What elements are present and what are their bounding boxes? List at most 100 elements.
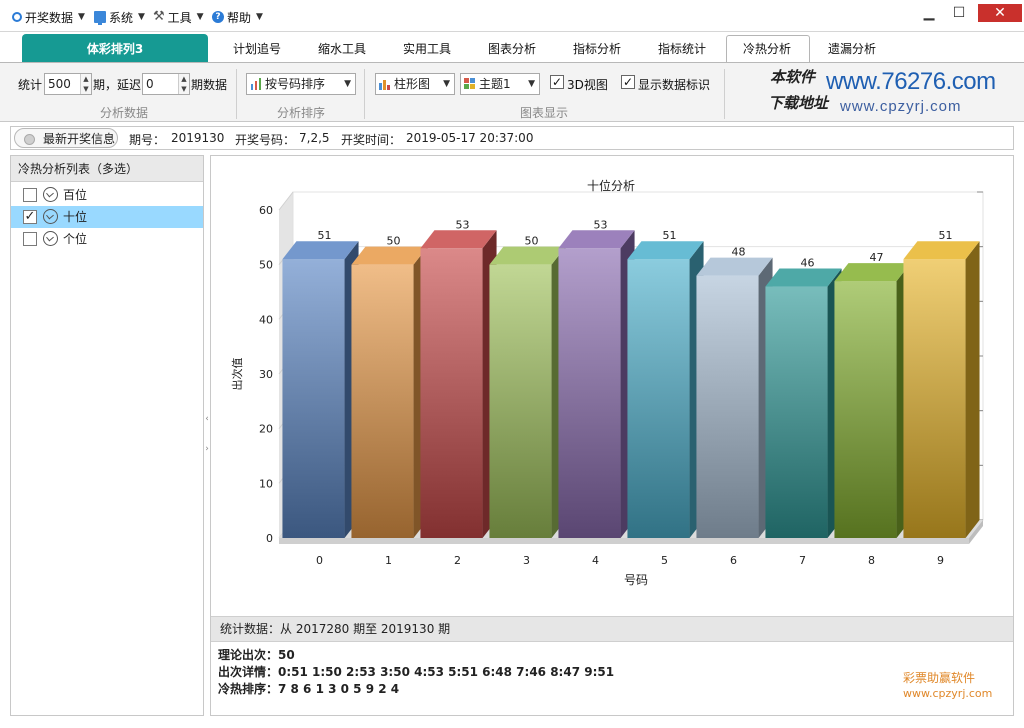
menu-bar: 开奖数据 ▼ 系统 ▼ ⚒ 工具 ▼ ? 帮助 ▼ ▁ ☐ ✕ <box>0 0 1024 32</box>
data-label: 53 <box>456 218 470 231</box>
x-tick-label: 0 <box>316 554 323 567</box>
group-label-analysis-sort: 分析排序 <box>277 106 326 120</box>
chevron-down-icon: ▼ <box>138 12 145 22</box>
numbers-value: 7,2,5 <box>299 131 330 145</box>
bar <box>627 259 690 538</box>
stat-count-stepper[interactable]: 500 ▲ ▼ <box>44 73 92 95</box>
theme-dropdown[interactable]: 主题1 ▼ <box>460 73 540 95</box>
x-tick-label: 5 <box>661 554 668 567</box>
divider <box>236 69 237 119</box>
watermark-text: 下载地址 <box>768 94 829 112</box>
hot-cold-ranking: 冷热排序：7 8 6 1 3 0 5 9 2 4 <box>218 682 400 696</box>
tens-checkbox[interactable]: ✓ <box>23 210 37 224</box>
chevron-down-icon: ▼ <box>256 12 263 22</box>
stepper-arrows-icon[interactable]: ▲ ▼ <box>178 74 189 94</box>
data-label: 50 <box>525 235 539 248</box>
hundreds-checkbox[interactable] <box>23 188 37 202</box>
bar <box>696 275 759 538</box>
period-delay-label: 期，延迟 <box>93 78 142 92</box>
x-tick-label: 3 <box>523 554 530 567</box>
count-details: 出次详情：0:51 1:50 2:53 3:50 4:53 5:51 6:48 … <box>218 665 615 679</box>
list-item-label: 十位 <box>63 210 88 224</box>
y-tick-label: 50 <box>259 259 273 272</box>
chevron-down-icon: ▼ <box>196 12 204 22</box>
clock-icon <box>43 209 58 224</box>
chart-type-value: 柱形图 <box>394 77 431 91</box>
menu-system[interactable]: 系统 ▼ <box>94 8 145 26</box>
chevron-down-icon: ▼ <box>78 12 85 22</box>
tab-omission-analysis[interactable]: 遗漏分析 <box>828 40 876 57</box>
data-label: 51 <box>318 229 332 242</box>
x-axis-label: 号码 <box>624 573 648 587</box>
divider <box>364 69 365 119</box>
bar <box>351 264 414 538</box>
list-item-units[interactable]: 个位 <box>11 228 203 250</box>
data-label: 53 <box>594 218 608 231</box>
period-data-label: 期数据 <box>191 78 228 92</box>
units-checkbox[interactable] <box>23 232 37 246</box>
y-tick-label: 10 <box>259 477 273 490</box>
tab-product[interactable]: 体彩排列3 <box>22 34 208 62</box>
x-tick-label: 4 <box>592 554 599 567</box>
list-item-hundreds[interactable]: 百位 <box>11 184 203 206</box>
bar <box>282 259 345 538</box>
menu-label: 帮助 <box>227 10 252 25</box>
sort-dropdown[interactable]: 按号码排序 ▼ <box>246 73 356 95</box>
stepper-arrows-icon[interactable]: ▲ ▼ <box>80 74 91 94</box>
tab-indicator-analysis[interactable]: 指标分析 <box>573 40 621 57</box>
bar <box>420 248 483 538</box>
tab-reduction-tools[interactable]: 缩水工具 <box>318 40 366 57</box>
menu-help[interactable]: ? 帮助 ▼ <box>212 8 263 26</box>
delay-stepper[interactable]: 0 ▲ ▼ <box>142 73 190 95</box>
menu-tools[interactable]: ⚒ 工具 ▼ <box>153 8 204 26</box>
time-value: 2019-05-17 20:37:00 <box>406 131 534 145</box>
numbers-label: 开奖号码： <box>235 133 296 147</box>
stat-count-value: 500 <box>48 77 71 91</box>
issue-label: 期号： <box>129 133 166 147</box>
view3d-checkbox[interactable]: ✓ <box>550 75 564 89</box>
data-label: 51 <box>663 229 677 242</box>
data-label: 48 <box>732 246 746 259</box>
chart-type-dropdown[interactable]: 柱形图 ▼ <box>375 73 455 95</box>
clock-icon <box>43 187 58 202</box>
tab-plan-tracking[interactable]: 计划追号 <box>233 40 281 57</box>
tab-utility-tools[interactable]: 实用工具 <box>403 40 451 57</box>
tab-indicator-stats[interactable]: 指标统计 <box>658 40 706 57</box>
tools-icon: ⚒ <box>153 9 165 24</box>
menu-label: 系统 <box>109 10 134 25</box>
chevron-down-icon: ▼ <box>443 79 450 89</box>
minimize-icon: ▁ <box>923 5 935 21</box>
close-button[interactable]: ✕ <box>978 4 1022 22</box>
watermark-text: 本软件 <box>770 68 816 86</box>
circle-icon <box>12 12 22 22</box>
data-label: 47 <box>870 251 884 264</box>
palette-icon <box>464 78 475 89</box>
menu-label: 开奖数据 <box>25 10 74 25</box>
bar-side <box>965 241 980 538</box>
show-labels-label: 显示数据标识 <box>638 78 711 92</box>
latest-draw-button[interactable]: 最新开奖信息 <box>14 128 118 148</box>
bar-chart-icon <box>379 80 390 90</box>
y-tick-label: 30 <box>259 368 273 381</box>
maximize-icon: ☐ <box>952 5 966 21</box>
brand-url: www.cpzyrj.com <box>903 687 993 700</box>
latest-draw-bar: 最新开奖信息 期号： 2019130 开奖号码： 7,2,5 开奖时间： 201… <box>10 126 1014 150</box>
monitor-icon <box>94 11 106 25</box>
clock-icon <box>43 231 58 246</box>
delay-value: 0 <box>146 77 154 91</box>
stats-header: 统计数据：从 2017280 期至 2019130 期 <box>211 616 1013 642</box>
bar <box>489 264 552 538</box>
list-item-tens[interactable]: ✓ 十位 <box>11 206 203 228</box>
list-item-label: 个位 <box>63 232 88 246</box>
tab-hot-cold-analysis[interactable]: 冷热分析 <box>743 40 791 57</box>
minimize-button[interactable]: ▁ <box>914 4 944 22</box>
tab-chart-analysis[interactable]: 图表分析 <box>488 40 536 57</box>
hot-cold-list-panel: 冷热分析列表（多选） 百位 ✓ 十位 个位 <box>10 155 204 716</box>
show-labels-checkbox[interactable]: ✓ <box>621 75 635 89</box>
chart-title: 十位分析 <box>587 178 635 193</box>
chevron-down-icon: ▼ <box>344 79 351 89</box>
sort-value: 按号码排序 <box>265 77 326 91</box>
maximize-button[interactable]: ☐ <box>944 4 974 22</box>
group-label-chart-display: 图表显示 <box>520 106 569 120</box>
menu-lottery-data[interactable]: 开奖数据 ▼ <box>12 8 85 26</box>
